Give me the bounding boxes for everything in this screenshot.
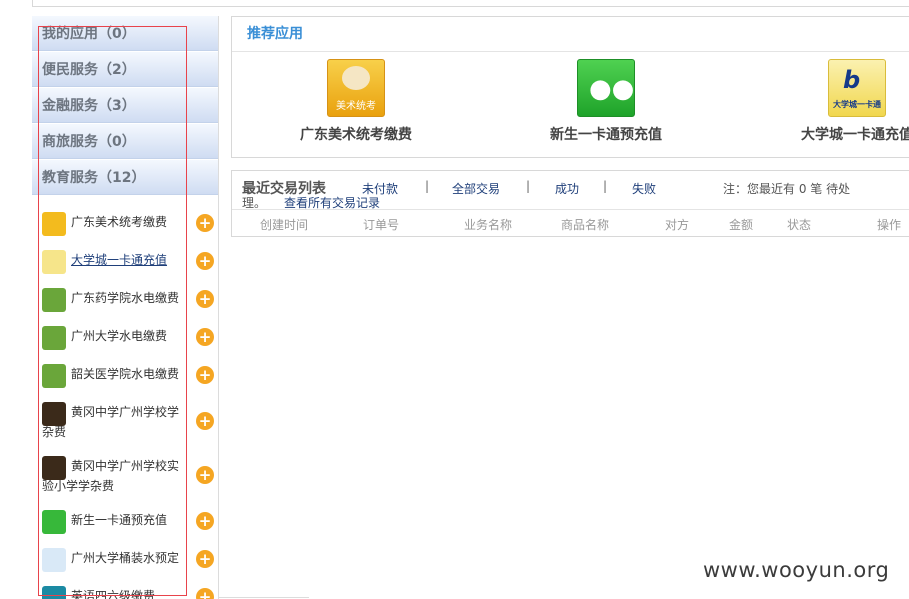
recommended-label[interactable]: 大学城一卡通充值 (801, 124, 909, 144)
add-icon[interactable]: + (196, 550, 214, 568)
column-amount: 金额 (729, 218, 754, 232)
app-item-gdpu-utilities[interactable]: 广东药学院水电缴费 + (32, 280, 218, 318)
category-my-apps[interactable]: 我的应用（0） (32, 16, 218, 51)
art-palette-icon[interactable]: 美术统考 (327, 59, 385, 117)
recommended-item-freshman-card[interactable]: ●● 新生一卡通预充值 (550, 59, 662, 144)
recommended-item-campus-card[interactable]: b 大学城一卡通 大学城一卡通充值 (801, 59, 909, 144)
filter-all[interactable]: 全部交易 (452, 180, 500, 197)
pending-note: 注：您最近有 0 笔 待处 (723, 182, 851, 196)
water-bottle-icon (42, 548, 66, 572)
add-icon[interactable]: + (196, 412, 214, 430)
water-tap-icon (42, 288, 66, 312)
transactions-column-headers: 创建时间 订单号 业务名称 商品名称 对方 金额 状态 操作 (232, 210, 909, 237)
column-counterparty: 对方 (665, 218, 690, 232)
recommended-item-art-exam[interactable]: 美术统考 广东美术统考缴费 (300, 59, 412, 144)
water-tap-icon (42, 326, 66, 350)
category-travel[interactable]: 商旅服务（0） (32, 124, 218, 159)
filter-failed[interactable]: 失败 (632, 180, 656, 197)
recommended-panel: 推荐应用 美术统考 广东美术统考缴费 ●● 新生一卡通预充值 b 大学城一卡通 … (231, 16, 909, 158)
add-icon[interactable]: + (196, 290, 214, 308)
app-item-freshman-card[interactable]: 新生一卡通预充值 + (32, 502, 218, 540)
app-item-bottled-water[interactable]: 广州大学桶装水预定 + (32, 540, 218, 578)
people-icon[interactable]: ●● (577, 59, 635, 117)
view-all-transactions-link[interactable]: 查看所有交易记录 (284, 194, 380, 211)
school-logo-icon (42, 456, 66, 480)
column-business-name: 业务名称 (464, 218, 513, 232)
app-item-art-exam[interactable]: 广东美术统考缴费 + (32, 204, 218, 242)
recent-transactions-panel: 最近交易列表 理。 未付款 | 全部交易 | 成功 | 失败 注：您最近有 0 … (231, 170, 909, 237)
column-product-name: 商品名称 (561, 218, 610, 232)
column-status: 状态 (787, 218, 812, 232)
icon-caption: 美术统考 (336, 101, 376, 112)
filter-separator: | (425, 179, 430, 193)
app-item-campus-card[interactable]: 大学城一卡通充值 + (32, 242, 218, 280)
add-icon[interactable]: + (196, 366, 214, 384)
recommended-label[interactable]: 广东美术统考缴费 (300, 124, 412, 144)
top-divider (32, 0, 909, 7)
recommended-title: 推荐应用 (232, 17, 909, 52)
education-app-list: 广东美术统考缴费 + 大学城一卡通充值 + 广东药学院水电缴费 + 广州大学水电… (32, 196, 218, 599)
water-tap-icon (42, 364, 66, 388)
column-created-time: 创建时间 (260, 218, 309, 232)
icon-caption: 大学城一卡通 (833, 100, 881, 109)
filter-success[interactable]: 成功 (555, 180, 579, 197)
add-icon[interactable]: + (196, 588, 214, 599)
english-exam-icon (42, 586, 66, 599)
transactions-header: 最近交易列表 理。 未付款 | 全部交易 | 成功 | 失败 注：您最近有 0 … (232, 171, 909, 210)
campus-card-icon (42, 250, 66, 274)
app-item-cet-fees[interactable]: 英语四六级缴费 + (32, 578, 218, 599)
bottom-divider (219, 597, 309, 598)
transactions-title-tail: 理。 (242, 196, 267, 210)
filter-separator: | (603, 179, 608, 193)
recommended-label[interactable]: 新生一卡通预充值 (550, 124, 662, 144)
filter-separator: | (526, 179, 531, 193)
category-convenience[interactable]: 便民服务（2） (32, 52, 218, 87)
art-palette-icon (42, 212, 66, 236)
app-item-hg-primary-fees[interactable]: 黄冈中学广州学校实验小学学杂费 + (32, 448, 218, 502)
sidebar: 我的应用（0） 便民服务（2） 金融服务（3） 商旅服务（0） 教育服务（12）… (32, 16, 219, 599)
category-education[interactable]: 教育服务（12） (32, 160, 218, 195)
category-finance[interactable]: 金融服务（3） (32, 88, 218, 123)
add-icon[interactable]: + (196, 512, 214, 530)
add-icon[interactable]: + (196, 214, 214, 232)
add-icon[interactable]: + (196, 466, 214, 484)
app-item-hg-school-fees[interactable]: 黄冈中学广州学校学杂费 + (32, 394, 218, 448)
add-icon[interactable]: + (196, 252, 214, 270)
app-item-gzhu-utilities[interactable]: 广州大学水电缴费 + (32, 318, 218, 356)
add-icon[interactable]: + (196, 328, 214, 346)
app-item-sgmc-utilities[interactable]: 韶关医学院水电缴费 + (32, 356, 218, 394)
campus-card-icon[interactable]: b 大学城一卡通 (828, 59, 886, 117)
people-icon (42, 510, 66, 534)
school-logo-icon (42, 402, 66, 426)
watermark: www.wooyun.org (703, 558, 890, 582)
column-order-number: 订单号 (363, 218, 400, 232)
column-actions: 操作 (877, 218, 902, 232)
